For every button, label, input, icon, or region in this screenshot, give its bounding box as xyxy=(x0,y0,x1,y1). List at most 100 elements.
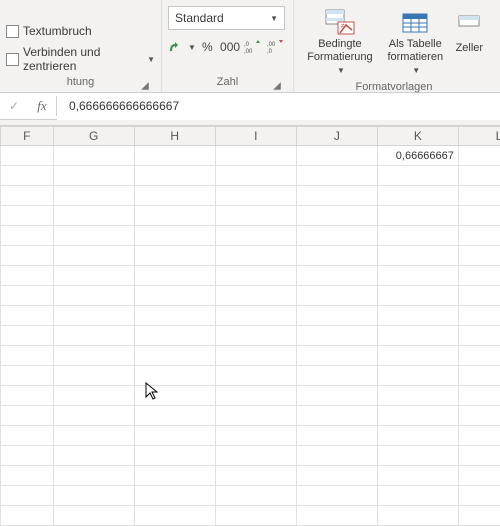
cell[interactable] xyxy=(377,486,458,506)
dialog-launcher-icon[interactable]: ◢ xyxy=(272,80,282,90)
cell[interactable] xyxy=(215,506,296,526)
dialog-launcher-icon[interactable]: ◢ xyxy=(140,80,150,90)
cell[interactable] xyxy=(134,486,215,506)
cell[interactable] xyxy=(215,186,296,206)
cell[interactable] xyxy=(134,306,215,326)
cell[interactable] xyxy=(53,146,134,166)
cell[interactable] xyxy=(215,246,296,266)
cell[interactable] xyxy=(215,446,296,466)
cell[interactable] xyxy=(377,406,458,426)
cell[interactable] xyxy=(458,326,500,346)
column-header[interactable]: H xyxy=(134,127,215,146)
cell[interactable] xyxy=(1,146,54,166)
cell[interactable] xyxy=(296,366,377,386)
cell[interactable] xyxy=(215,206,296,226)
cell[interactable] xyxy=(1,246,54,266)
cell[interactable] xyxy=(377,506,458,526)
cell[interactable] xyxy=(458,206,500,226)
cell[interactable] xyxy=(215,386,296,406)
cell[interactable] xyxy=(215,466,296,486)
cell[interactable] xyxy=(134,146,215,166)
cell[interactable] xyxy=(1,346,54,366)
cell[interactable] xyxy=(458,426,500,446)
column-header[interactable]: G xyxy=(53,127,134,146)
cell[interactable] xyxy=(134,246,215,266)
cell[interactable] xyxy=(53,326,134,346)
cell[interactable] xyxy=(296,486,377,506)
cell[interactable] xyxy=(53,226,134,246)
cell[interactable] xyxy=(296,406,377,426)
spreadsheet-grid[interactable]: F G H I J K L 0,66666667 xyxy=(0,126,500,526)
cell[interactable] xyxy=(377,426,458,446)
fx-button[interactable]: fx xyxy=(28,93,56,120)
column-header[interactable]: I xyxy=(215,127,296,146)
cell[interactable] xyxy=(215,226,296,246)
cell[interactable] xyxy=(53,346,134,366)
cell[interactable] xyxy=(53,266,134,286)
formula-input[interactable] xyxy=(57,93,500,120)
cell[interactable] xyxy=(134,286,215,306)
cell[interactable] xyxy=(215,486,296,506)
cell[interactable] xyxy=(458,506,500,526)
cell[interactable] xyxy=(53,166,134,186)
currency-button[interactable]: ▼ xyxy=(168,36,196,58)
cell[interactable] xyxy=(215,346,296,366)
wrap-text-button[interactable]: Textumbruch xyxy=(6,19,155,43)
cell[interactable] xyxy=(458,366,500,386)
cell[interactable] xyxy=(296,166,377,186)
cell-styles-button[interactable]: Zeller xyxy=(451,4,488,76)
cell[interactable] xyxy=(1,386,54,406)
cell[interactable] xyxy=(458,146,500,166)
cell[interactable] xyxy=(134,446,215,466)
cell[interactable] xyxy=(377,246,458,266)
cell[interactable] xyxy=(458,166,500,186)
cell[interactable] xyxy=(1,206,54,226)
cell[interactable] xyxy=(134,426,215,446)
cell[interactable] xyxy=(296,246,377,266)
column-header[interactable]: F xyxy=(1,127,54,146)
number-format-combo[interactable]: Standard ▼ xyxy=(168,6,285,30)
cell[interactable] xyxy=(1,166,54,186)
cell[interactable] xyxy=(1,306,54,326)
cell[interactable] xyxy=(134,506,215,526)
cell[interactable] xyxy=(1,406,54,426)
cell[interactable] xyxy=(377,206,458,226)
column-header[interactable]: L xyxy=(458,127,500,146)
cell[interactable] xyxy=(296,466,377,486)
merge-center-button[interactable]: Verbinden und zentrieren ▼ xyxy=(6,47,155,71)
cell[interactable] xyxy=(134,386,215,406)
cell[interactable] xyxy=(458,266,500,286)
cell[interactable] xyxy=(296,286,377,306)
cell[interactable] xyxy=(53,466,134,486)
cell[interactable] xyxy=(53,426,134,446)
cell[interactable] xyxy=(377,286,458,306)
cell[interactable] xyxy=(53,366,134,386)
cell[interactable] xyxy=(1,426,54,446)
cell[interactable] xyxy=(53,386,134,406)
cell[interactable] xyxy=(215,266,296,286)
cell[interactable] xyxy=(296,146,377,166)
column-header[interactable]: K xyxy=(377,127,458,146)
cell[interactable] xyxy=(1,186,54,206)
cell[interactable] xyxy=(1,286,54,306)
decrease-decimal-button[interactable]: ,00,0 xyxy=(264,36,287,58)
cell[interactable] xyxy=(377,186,458,206)
cell[interactable] xyxy=(458,306,500,326)
cell[interactable] xyxy=(377,166,458,186)
cell[interactable] xyxy=(1,266,54,286)
cell[interactable] xyxy=(296,206,377,226)
cell[interactable] xyxy=(296,446,377,466)
cell[interactable] xyxy=(296,306,377,326)
cell[interactable] xyxy=(296,186,377,206)
cell[interactable] xyxy=(1,506,54,526)
cell[interactable] xyxy=(134,466,215,486)
cell[interactable] xyxy=(134,266,215,286)
cell[interactable] xyxy=(215,306,296,326)
cell[interactable] xyxy=(215,166,296,186)
cell[interactable] xyxy=(377,266,458,286)
cell[interactable] xyxy=(134,326,215,346)
cell[interactable] xyxy=(215,406,296,426)
cell[interactable] xyxy=(53,186,134,206)
cell[interactable] xyxy=(377,366,458,386)
cell[interactable] xyxy=(53,286,134,306)
